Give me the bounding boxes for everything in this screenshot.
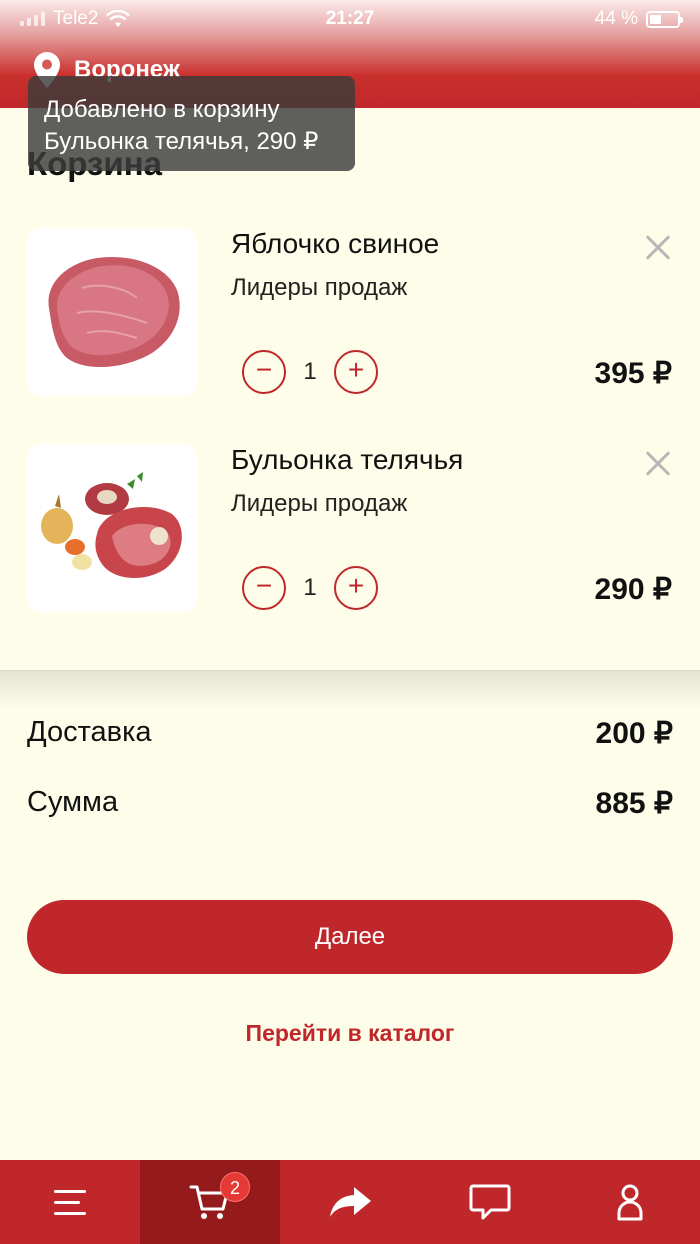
added-to-cart-toast: Добавлено в корзину Бульонка телячья, 29… bbox=[28, 76, 355, 171]
decrease-quantity-button[interactable]: − bbox=[242, 350, 286, 394]
cart-count-badge: 2 bbox=[220, 1172, 250, 1202]
section-divider bbox=[0, 670, 700, 710]
battery-percent: 44 % bbox=[594, 8, 638, 29]
carrier-name: Tele2 bbox=[53, 8, 99, 29]
tab-profile[interactable] bbox=[560, 1160, 700, 1244]
product-image[interactable] bbox=[27, 228, 197, 396]
status-bar: Tele2 21:27 44 % bbox=[0, 0, 700, 38]
item-price: 395 ₽ bbox=[594, 357, 672, 390]
signal-icon bbox=[20, 12, 45, 26]
go-to-catalog-link[interactable]: Перейти в каталог bbox=[0, 1020, 700, 1047]
next-button[interactable]: Далее bbox=[27, 900, 673, 974]
chat-icon bbox=[469, 1184, 511, 1220]
delivery-row: Доставка 200 ₽ bbox=[27, 716, 673, 751]
product-image[interactable] bbox=[27, 444, 197, 612]
cart-item: Яблочко свиное Лидеры продаж − 1 + 395 ₽ bbox=[0, 228, 700, 408]
quantity-value: 1 bbox=[303, 358, 317, 385]
bottom-tab-bar: 2 bbox=[0, 1160, 700, 1244]
delivery-label: Доставка bbox=[27, 716, 152, 748]
product-name: Яблочко свиное bbox=[231, 228, 440, 259]
item-price: 290 ₽ bbox=[594, 573, 672, 606]
remove-item-button[interactable] bbox=[640, 446, 676, 482]
product-category: Лидеры продаж bbox=[231, 274, 408, 301]
toast-line-2: Бульонка телячья, 290 ₽ bbox=[44, 128, 319, 155]
wifi-icon bbox=[106, 10, 131, 27]
tab-menu[interactable] bbox=[0, 1160, 140, 1244]
tab-cart[interactable]: 2 bbox=[140, 1160, 280, 1244]
status-time: 21:27 bbox=[325, 8, 375, 29]
cart-item: Бульонка телячья Лидеры продаж − 1 + 290… bbox=[0, 444, 700, 624]
share-icon bbox=[330, 1187, 371, 1217]
increase-quantity-button[interactable]: + bbox=[334, 566, 378, 610]
delivery-value: 200 ₽ bbox=[595, 717, 673, 750]
product-category: Лидеры продаж bbox=[231, 490, 408, 517]
total-row: Сумма 885 ₽ bbox=[27, 786, 673, 821]
menu-icon bbox=[54, 1190, 86, 1215]
total-value: 885 ₽ bbox=[595, 787, 673, 820]
increase-quantity-button[interactable]: + bbox=[334, 350, 378, 394]
quantity-value: 1 bbox=[303, 574, 317, 601]
battery-icon bbox=[646, 10, 683, 28]
product-name: Бульонка телячья bbox=[231, 444, 464, 475]
profile-icon bbox=[617, 1184, 643, 1221]
tab-share[interactable] bbox=[280, 1160, 420, 1244]
tab-chat[interactable] bbox=[420, 1160, 560, 1244]
toast-line-1: Добавлено в корзину bbox=[44, 96, 280, 123]
total-label: Сумма bbox=[27, 786, 119, 818]
decrease-quantity-button[interactable]: − bbox=[242, 566, 286, 610]
remove-item-button[interactable] bbox=[640, 230, 676, 266]
